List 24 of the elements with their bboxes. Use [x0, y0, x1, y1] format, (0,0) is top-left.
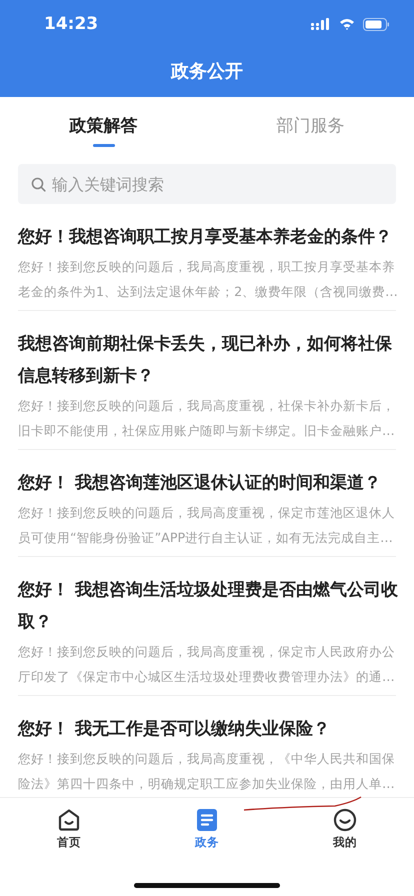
- answer-preview: 您好！接到您反映的问题后，我局高度重视，社保卡补办新卡后， 旧卡即不能使用，社保应用账户随即与新卡绑定。旧卡金融账户…: [18, 397, 396, 440]
- answer-preview: 您好！接到您反映的问题后，我局高度重视，保定市莲池区退休人 员可使用“智能身份验证”APP进行自主认证，如有无法完成自主…: [18, 504, 396, 547]
- home-icon: [57, 808, 81, 832]
- document-icon: [196, 808, 218, 832]
- answer-preview: 您好！接到您反映的问题后，我局高度重视，职工按月享受基本养 老金的条件为1、达到法定退休年龄；2、缴费年限（含视同缴费…: [18, 258, 396, 301]
- question-title[interactable]: 您好！ 我想咨询生活垃圾处理费是否由燃气公司收 取？: [18, 574, 396, 638]
- status-time: 14:23: [44, 14, 98, 34]
- question-title[interactable]: 您好！我想咨询职工按月享受基本养老金的条件？: [18, 221, 396, 253]
- smiley-icon: [333, 808, 357, 832]
- question-title[interactable]: 我想咨询前期社保卡丢失，现已补办，如何将社保 信息转移到新卡？: [18, 328, 396, 392]
- answer-preview: 您好！接到您反映的问题后，我局高度重视，《中华人民共和国保 险法》第四十四条中，明确规定职工应参加失业保险，由用人单…: [18, 750, 396, 793]
- signal-icon: [311, 18, 331, 30]
- page-title: 政务公开: [171, 60, 243, 82]
- search-icon: [31, 177, 46, 192]
- nav-tab[interactable]: 政务: [138, 808, 276, 850]
- answer-preview: 您好！接到您反映的问题后，我局高度重视，保定市人民政府办公 厅印发了《保定市中心城区生活垃圾处理费收费管理办法》的通…: [18, 643, 396, 686]
- question-title[interactable]: 您好！ 我无工作是否可以缴纳失业保险？: [18, 713, 396, 745]
- wifi-icon: [339, 18, 355, 30]
- category-tab[interactable]: 政策解答: [0, 97, 207, 153]
- search-field[interactable]: 输入关键词搜索: [18, 164, 396, 204]
- nav-tab[interactable]: 我的: [276, 808, 414, 850]
- battery-icon: [363, 18, 390, 30]
- question-title[interactable]: 您好！ 我想咨询莲池区退休认证的时间和渠道？: [18, 467, 396, 499]
- nav-tab[interactable]: 首页: [0, 808, 138, 850]
